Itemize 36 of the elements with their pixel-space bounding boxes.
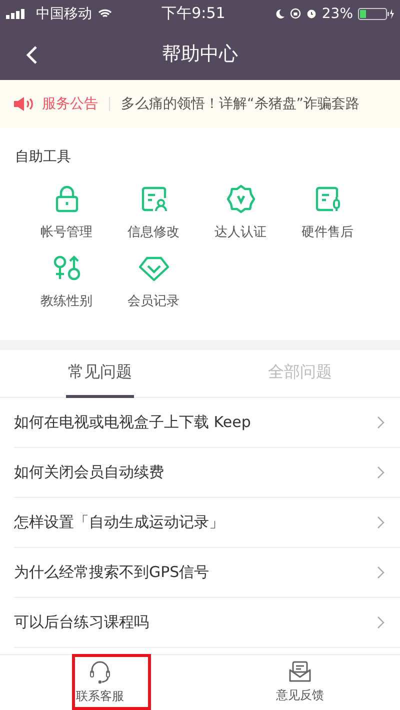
section-title: 自助工具: [14, 148, 71, 166]
bottom-tab[interactable]: 意见反馈: [200, 655, 400, 710]
gender-icon: [52, 253, 82, 283]
battery-percent: 23%: [322, 6, 353, 22]
clock-time: 下午9:51: [162, 4, 226, 23]
battery-icon: [358, 8, 394, 20]
carrier-name: 中国移动: [36, 4, 92, 22]
question-item[interactable]: 如何关闭会员自动续费: [14, 448, 400, 498]
moon-icon: [274, 8, 285, 18]
question-item[interactable]: 怎样设置「自动生成运动记录」: [14, 498, 400, 548]
question-item[interactable]: 如何在电视或电视盒子上下载 Keep: [14, 398, 400, 448]
chevron-right-icon: [377, 466, 385, 479]
chevron-right-icon: [377, 416, 385, 429]
chevron-right-icon: [377, 566, 385, 579]
chevron-right-icon: [377, 516, 385, 529]
tool-item[interactable]: 信息修改: [110, 184, 197, 241]
speaker-icon: [14, 97, 36, 111]
rotation-lock-icon: [290, 8, 301, 19]
alarm-icon: [306, 8, 317, 19]
headset-icon: [89, 660, 111, 684]
question-item[interactable]: 为什么经常搜索不到GPS信号: [14, 548, 400, 598]
notice-link[interactable]: 多么痛的领悟！详解“杀猪盘”诈骗套路: [121, 95, 360, 113]
tool-item[interactable]: 会员记录: [110, 253, 197, 310]
tool-item[interactable]: 帐号管理: [23, 184, 110, 241]
bottom-tab[interactable]: 联系客服: [0, 655, 200, 710]
tool-item[interactable]: 达人认证: [197, 184, 284, 241]
chevron-right-icon: [377, 616, 385, 629]
question-item[interactable]: 可以后台练习课程吗: [14, 598, 400, 648]
tool-item[interactable]: 硬件售后: [284, 184, 371, 241]
badge-icon: [226, 184, 256, 214]
tool-item[interactable]: 教练性别: [23, 253, 110, 310]
back-icon: [26, 45, 38, 65]
notice-label: 服务公告: [42, 95, 98, 113]
envelope-icon: [288, 661, 312, 683]
wifi-icon: [98, 8, 112, 18]
page-title: 帮助中心: [162, 42, 238, 66]
